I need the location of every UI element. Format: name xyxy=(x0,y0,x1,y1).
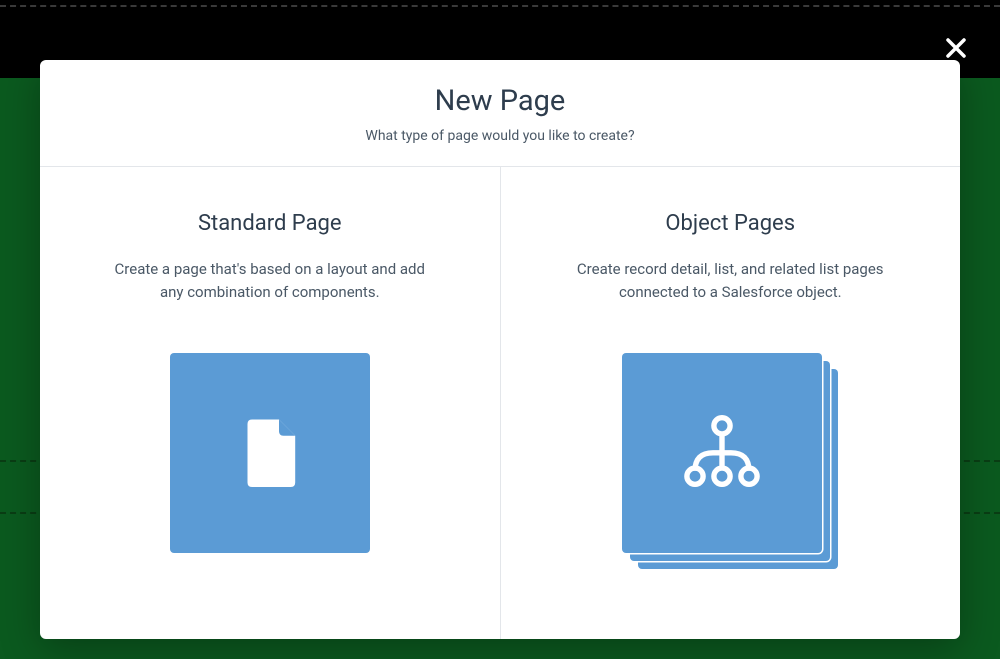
option-description: Create a page that's based on a layout a… xyxy=(110,258,430,305)
option-title: Standard Page xyxy=(198,211,342,236)
option-description: Create record detail, list, and related … xyxy=(570,258,890,305)
backdrop-dash-line xyxy=(0,5,1000,7)
modal-title: New Page xyxy=(60,84,940,118)
new-page-modal: New Page What type of page would you lik… xyxy=(40,60,960,639)
option-title: Object Pages xyxy=(665,211,795,236)
close-button[interactable] xyxy=(936,30,976,70)
close-icon xyxy=(944,36,968,64)
modal-subtitle: What type of page would you like to crea… xyxy=(60,128,940,144)
page-icon xyxy=(225,406,315,500)
standard-page-tile xyxy=(170,353,370,553)
hierarchy-icon xyxy=(677,406,767,500)
option-object-pages[interactable]: Object Pages Create record detail, list,… xyxy=(501,167,961,639)
option-standard-page[interactable]: Standard Page Create a page that's based… xyxy=(40,167,501,639)
modal-header: New Page What type of page would you lik… xyxy=(40,60,960,167)
stack-layer-front xyxy=(622,353,822,553)
object-pages-tile-stack xyxy=(622,353,838,569)
modal-body: Standard Page Create a page that's based… xyxy=(40,167,960,639)
